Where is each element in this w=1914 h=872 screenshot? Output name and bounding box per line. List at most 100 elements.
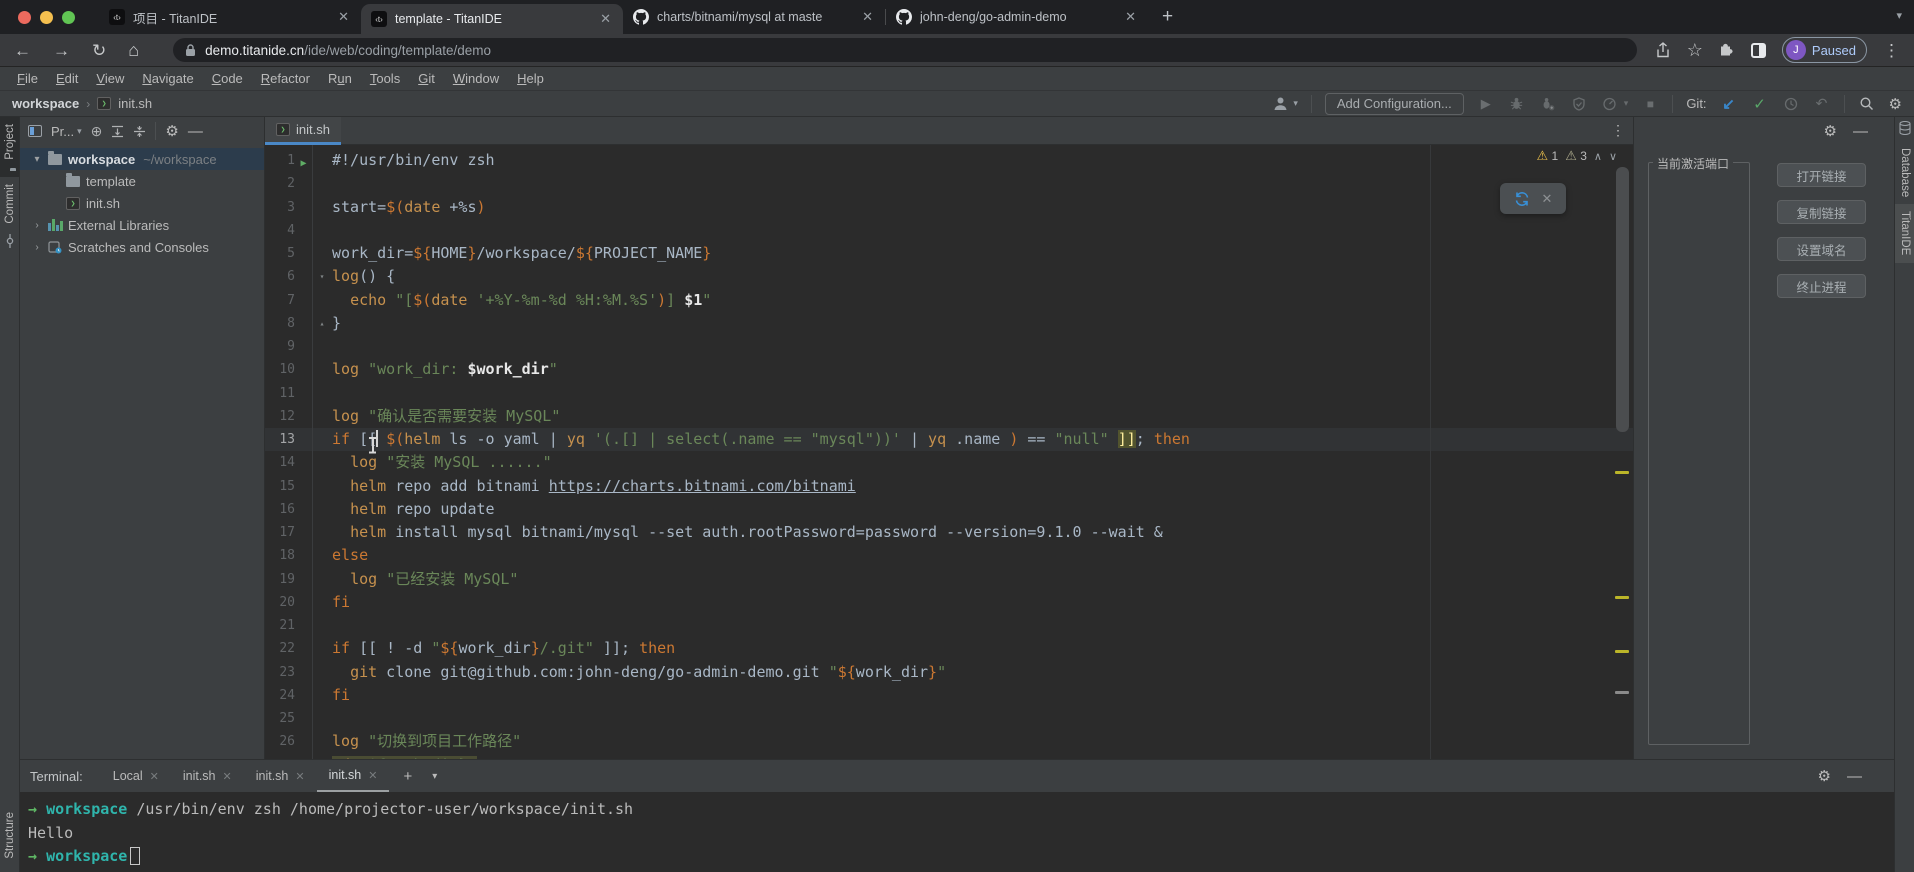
- maximize-window-icon[interactable]: [62, 11, 75, 24]
- close-icon[interactable]: ✕: [1542, 191, 1553, 207]
- menu-item-tools[interactable]: Tools: [361, 71, 409, 86]
- code-area[interactable]: 1▶#!/usr/bin/env zsh23start=$(date +%s)4…: [265, 145, 1633, 759]
- code-line-7[interactable]: 7 echo "[$(date '+%Y-%m-%d %H:%M.%S')] $…: [265, 289, 1633, 312]
- project-view-chevron-icon[interactable]: ▾: [77, 126, 82, 137]
- tree-item-scratches-and-consoles[interactable]: ›Scratches and Consoles: [20, 236, 264, 258]
- code-line-13[interactable]: 13if [[ $(helm ls -o yaml | yq '(.[] | s…: [265, 428, 1633, 451]
- code-line-19[interactable]: 19 log "已经安装 MySQL": [265, 568, 1633, 591]
- sync-icon[interactable]: [1514, 191, 1530, 207]
- panel-settings-gear-icon[interactable]: ⚙: [1824, 122, 1837, 140]
- code-line-18[interactable]: 18else: [265, 544, 1633, 567]
- code-line-12[interactable]: 12log "确认是否需要安装 MySQL": [265, 405, 1633, 428]
- terminal-tab-init-sh[interactable]: init.sh✕: [171, 760, 244, 792]
- tool-strip-item-structure[interactable]: Structure: [0, 805, 20, 866]
- breadcrumb-file[interactable]: init.sh: [118, 96, 152, 111]
- code-line-25[interactable]: 25: [265, 707, 1633, 730]
- hide-panel-icon[interactable]: —: [188, 123, 203, 140]
- terminal-dropdown-chevron-icon[interactable]: ▾: [426, 771, 443, 782]
- browser-tab[interactable]: john-deng/go-admin-demo✕: [886, 0, 1148, 34]
- code-line-4[interactable]: 4: [265, 219, 1633, 242]
- project-settings-gear-icon[interactable]: ⚙: [165, 122, 178, 140]
- tool-strip-item-commit[interactable]: Commit: [0, 177, 20, 255]
- reload-button[interactable]: ↻: [92, 42, 106, 59]
- tab-close-icon[interactable]: ✕: [336, 9, 351, 25]
- user-icon[interactable]: [1271, 95, 1289, 113]
- add-configuration-button[interactable]: Add Configuration...: [1325, 93, 1464, 115]
- back-button[interactable]: ←: [14, 42, 31, 59]
- project-view-icon[interactable]: [28, 125, 42, 137]
- editor-tab-init-sh[interactable]: ❯ init.sh: [265, 117, 341, 145]
- browser-tab[interactable]: ‹t›template - TitanIDE✕: [361, 4, 623, 34]
- menu-item-run[interactable]: Run: [319, 71, 361, 86]
- terminal-settings-gear-icon[interactable]: ⚙: [1818, 767, 1831, 785]
- fold-marker-icon[interactable]: ▴: [312, 312, 332, 335]
- breadcrumb-root[interactable]: workspace: [12, 96, 79, 111]
- inspection-widget[interactable]: ⚠ 1 ⚠ 3 ∧ ∨: [1537, 148, 1618, 164]
- titanide-action-button-1[interactable]: 打开链接: [1777, 163, 1866, 187]
- chevron-right-icon[interactable]: ›: [28, 220, 46, 231]
- titanide-action-button-3[interactable]: 设置域名: [1777, 237, 1866, 261]
- code-line-8[interactable]: 8▴}: [265, 312, 1633, 335]
- terminal-tab-close-icon[interactable]: ✕: [150, 770, 159, 783]
- titanide-action-button-4[interactable]: 终止进程: [1777, 274, 1866, 298]
- browser-tab[interactable]: ‹t›项目 - TitanIDE✕: [99, 0, 361, 34]
- menu-item-help[interactable]: Help: [508, 71, 553, 86]
- browser-menu-icon[interactable]: ⋮: [1883, 42, 1900, 59]
- run-line-icon[interactable]: ▶: [295, 149, 312, 172]
- code-line-23[interactable]: 23 git clone git@github.com:john-deng/go…: [265, 661, 1633, 684]
- terminal-tab-init-sh[interactable]: init.sh✕: [317, 760, 390, 792]
- menu-item-git[interactable]: Git: [409, 71, 444, 86]
- tool-strip-item-titanide[interactable]: TitanIDE: [1895, 204, 1914, 262]
- tab-close-icon[interactable]: ✕: [1123, 9, 1138, 25]
- project-view-selector[interactable]: Pr...: [51, 124, 74, 139]
- chevron-down-icon[interactable]: ▾: [28, 154, 46, 165]
- terminal-tab-init-sh[interactable]: init.sh✕: [244, 760, 317, 792]
- terminal-tab-close-icon[interactable]: ✕: [295, 770, 304, 783]
- editor-tab-options-icon[interactable]: ⋮: [1611, 122, 1625, 139]
- code-line-1[interactable]: 1▶#!/usr/bin/env zsh: [265, 149, 1633, 172]
- code-line-6[interactable]: 6▾log() {: [265, 265, 1633, 288]
- locate-file-icon[interactable]: ⊕: [91, 123, 103, 140]
- code-line-10[interactable]: 10log "work_dir: $work_dir": [265, 358, 1633, 381]
- settings-gear-icon[interactable]: ⚙: [1889, 95, 1902, 113]
- address-bar[interactable]: demo.titanide.cn/ide/web/coding/template…: [173, 38, 1637, 62]
- menu-item-code[interactable]: Code: [203, 71, 252, 86]
- hide-panel-icon[interactable]: —: [1853, 123, 1868, 140]
- code-line-21[interactable]: 21: [265, 614, 1633, 637]
- prev-problem-chevron-icon[interactable]: ∧: [1594, 150, 1602, 163]
- code-line-16[interactable]: 16 helm repo update: [265, 498, 1633, 521]
- browser-tab[interactable]: charts/bitnami/mysql at maste✕: [623, 0, 885, 34]
- git-update-icon[interactable]: ↙: [1720, 95, 1738, 113]
- forward-button[interactable]: →: [53, 42, 70, 59]
- tab-close-icon[interactable]: ✕: [598, 11, 613, 27]
- code-line-24[interactable]: 24fi: [265, 684, 1633, 707]
- tree-item-external-libraries[interactable]: ›External Libraries: [20, 214, 264, 236]
- code-line-9[interactable]: 9: [265, 335, 1633, 358]
- terminal-output[interactable]: → workspace /usr/bin/env zsh /home/proje…: [20, 792, 1894, 869]
- user-dropdown-chevron-icon[interactable]: ▾: [1293, 98, 1298, 109]
- code-line-17[interactable]: 17 helm install mysql bitnami/mysql --se…: [265, 521, 1633, 544]
- code-line-3[interactable]: 3start=$(date +%s): [265, 196, 1633, 219]
- menu-item-window[interactable]: Window: [444, 71, 508, 86]
- code-line-15[interactable]: 15 helm repo add bitnami https://charts.…: [265, 475, 1633, 498]
- tool-strip-item-project[interactable]: Project: [0, 117, 20, 177]
- git-commit-check-icon[interactable]: ✓: [1751, 95, 1769, 113]
- code-line-22[interactable]: 22if [[ ! -d "${work_dir}/.git" ]]; then: [265, 637, 1633, 660]
- new-terminal-button[interactable]: +: [393, 768, 422, 785]
- menu-item-refactor[interactable]: Refactor: [252, 71, 319, 86]
- editor-scrollbar[interactable]: [1613, 145, 1633, 759]
- menu-item-file[interactable]: File: [8, 71, 47, 86]
- side-panel-icon[interactable]: [1751, 43, 1766, 58]
- hide-terminal-icon[interactable]: —: [1847, 768, 1862, 785]
- code-line-26[interactable]: 26log "切换到项目工作路径": [265, 730, 1633, 753]
- tab-close-icon[interactable]: ✕: [860, 9, 875, 25]
- fold-marker-icon[interactable]: ▾: [312, 265, 332, 288]
- code-line-14[interactable]: 14 log "安装 MySQL ......": [265, 451, 1633, 474]
- search-everywhere-icon[interactable]: [1858, 95, 1876, 113]
- home-button[interactable]: ⌂: [128, 41, 139, 59]
- terminal-tab-close-icon[interactable]: ✕: [223, 770, 232, 783]
- bookmark-star-icon[interactable]: ☆: [1687, 41, 1703, 59]
- code-line-20[interactable]: 20fi: [265, 591, 1633, 614]
- tab-overflow-chevron-icon[interactable]: ▾: [1896, 9, 1902, 22]
- share-icon[interactable]: [1655, 42, 1671, 59]
